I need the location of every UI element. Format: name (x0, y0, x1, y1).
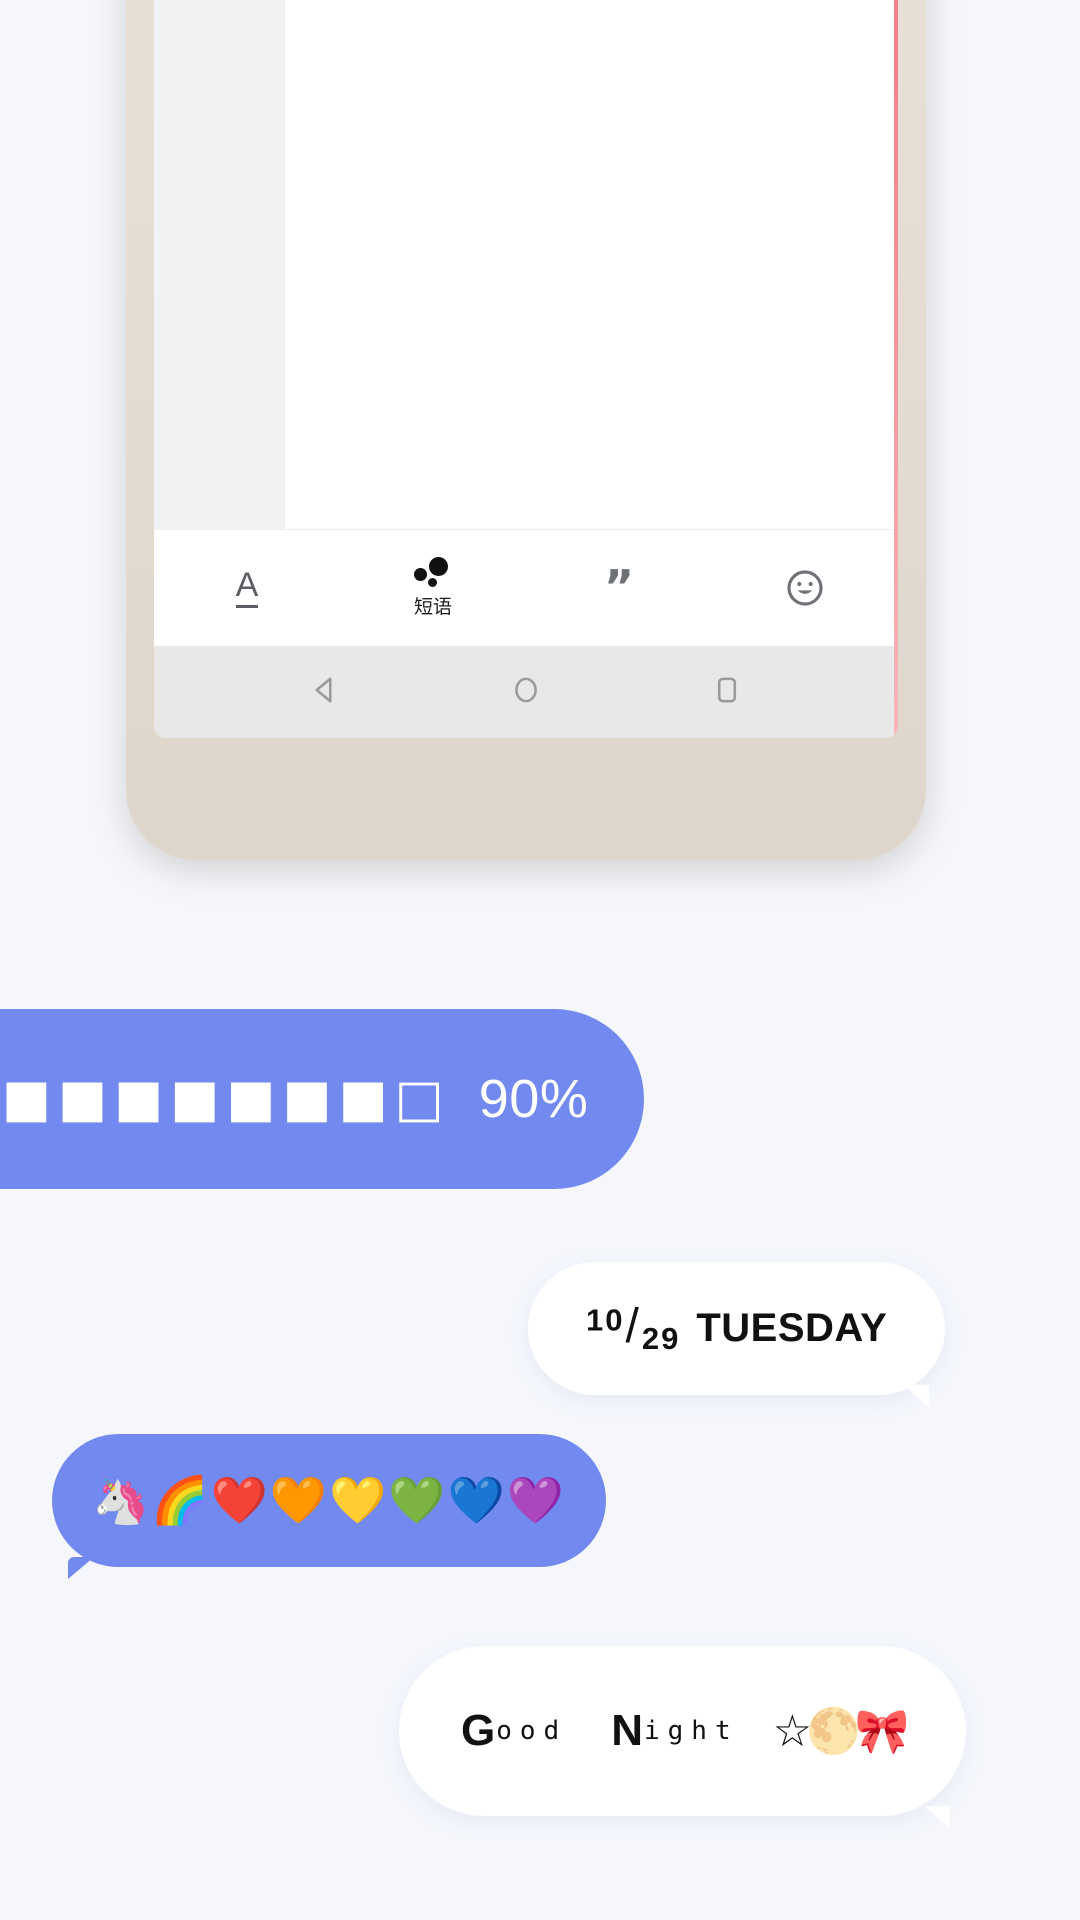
chat-bubble-date[interactable]: 10/29 TUESDAY (528, 1262, 946, 1407)
back-triangle-icon (307, 672, 343, 713)
phone-screen: Emoji 蝴蝶结 台词 ❄️ Happy New Year 🌿 Happy N… (154, 0, 898, 738)
nav-recents-button[interactable] (697, 662, 757, 722)
bubble-tail-icon (68, 1557, 94, 1579)
emoji-row-text: 🦄🌈❤️🧡💛💚💙💜 (92, 1474, 567, 1526)
good-night-word1-rest: ood (496, 1716, 568, 1746)
good-night-emoji: ☆🌕🎀 (772, 1707, 910, 1756)
text-format-icon: A (235, 568, 259, 608)
quote-icon: ” (603, 560, 635, 615)
phrases-dots-icon (414, 557, 452, 587)
toolbar-emoji-button[interactable] (712, 530, 898, 646)
toolbar-text-format-button[interactable]: A (154, 530, 340, 646)
keyboard-toolbar: A 短语 ” (154, 529, 898, 646)
bubble-tail-icon (903, 1385, 930, 1407)
category-rail[interactable]: Emoji 蝴蝶结 台词 (154, 0, 285, 529)
toolbar-phrases-button[interactable]: 短语 (340, 530, 526, 646)
nav-back-button[interactable] (295, 662, 355, 722)
progress-bar-blocks: ■■■■■■■■□ (0, 1069, 451, 1129)
phone-mockup: Emoji 蝴蝶结 台词 ❄️ Happy New Year 🌿 Happy N… (126, 0, 926, 860)
chat-bubble-progress[interactable]: rogress ■■■■■■■■□ 90% (0, 1009, 645, 1189)
good-night-word2-rest: ight (643, 1716, 739, 1746)
progress-percent: 90% (478, 1069, 589, 1129)
good-night-word2-cap: N (611, 1706, 644, 1755)
toolbar-quote-button[interactable]: ” (526, 530, 712, 646)
home-circle-icon (508, 672, 544, 713)
screen-edge-accent (894, 0, 898, 738)
date-month: 10 (586, 1303, 625, 1339)
keyboard-phrase-panel: Emoji 蝴蝶结 台词 ❄️ Happy New Year 🌿 Happy N… (154, 0, 898, 529)
emoji-smiley-icon (785, 568, 825, 608)
phrase-list: ❄️ Happy New Year 🌿 Happy New Year ☺ HAP… (285, 0, 898, 529)
date-day: 29 (641, 1321, 681, 1357)
bubble-tail-icon (923, 1806, 950, 1828)
recents-square-icon (709, 672, 745, 713)
nav-home-button[interactable] (496, 662, 556, 722)
date-weekday: TUESDAY (696, 1306, 888, 1350)
android-navigation-bar (154, 646, 898, 738)
date-slash-icon: / (625, 1300, 641, 1354)
toolbar-phrases-label: 短语 (413, 597, 452, 618)
chat-bubble-good-night[interactable]: Good Night ☆🌕🎀 (399, 1646, 966, 1828)
chat-bubble-emoji-row[interactable]: 🦄🌈❤️🧡💛💚💙💜 (52, 1434, 607, 1579)
good-night-word1-cap: G (461, 1706, 497, 1755)
date-fraction: 10/29 (586, 1299, 680, 1357)
